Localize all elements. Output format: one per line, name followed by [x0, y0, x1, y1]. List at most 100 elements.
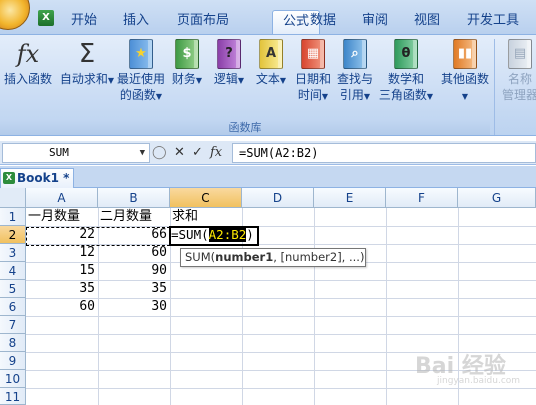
function-tooltip[interactable]: SUM(number1, [number2], ...)	[180, 248, 366, 267]
theta-book-icon: θ	[394, 39, 418, 69]
logical-button[interactable]: ? 逻辑▼	[212, 39, 246, 89]
workbook-tab-bar: X Book1 *	[0, 166, 536, 188]
star-book-icon: ★	[129, 39, 153, 69]
name-manager-label-2: 管理器	[501, 88, 536, 102]
cell-b5[interactable]: 35	[98, 280, 170, 298]
cell-a3[interactable]: 12	[26, 244, 98, 262]
row-header-5[interactable]: 5	[0, 280, 26, 298]
row-header-10[interactable]: 10	[0, 370, 26, 388]
logical-label: 逻辑	[213, 72, 238, 86]
column-header-d[interactable]: D	[242, 188, 314, 208]
gridline	[26, 334, 536, 335]
cell-a4[interactable]: 15	[26, 262, 98, 280]
spreadsheet-grid[interactable]: A B C D E F G 1 2 3 4 5 6 7 8 9 10 11 一月…	[0, 188, 536, 405]
name-box-value: SUM	[49, 146, 69, 159]
formula-input[interactable]: =SUM(A2:B2)	[232, 143, 536, 163]
row-header-6[interactable]: 6	[0, 298, 26, 316]
text-button[interactable]: A 文本▼	[254, 39, 288, 89]
datetime-label-1: 日期和	[294, 72, 331, 86]
tab-data[interactable]: 数据	[302, 10, 344, 34]
tooltip-arg-current: number1	[215, 250, 274, 264]
watermark-sub: jingyan.baidu.com	[437, 376, 521, 386]
cell-a5[interactable]: 35	[26, 280, 98, 298]
tab-home[interactable]: 开始	[62, 10, 106, 34]
column-header-f[interactable]: F	[386, 188, 458, 208]
fx-icon: fx	[16, 40, 40, 68]
column-header-b[interactable]: B	[98, 188, 170, 208]
formula-range-ref: A2:B2	[208, 227, 247, 242]
autosum-label: 自动求和	[59, 72, 108, 86]
text-book-icon: A	[259, 39, 283, 69]
ribbon-tab-strip: X 开始 插入 页面布局 公式 数据 审阅 视图 开发工具	[0, 0, 536, 34]
cell-c1[interactable]: 求和	[172, 208, 242, 226]
more-functions-button[interactable]: ▮▮ 其他函数▼	[438, 39, 492, 105]
baidu-watermark: Bai 经验 jingyan.baidu.com	[415, 348, 520, 386]
column-header-c[interactable]: C	[170, 188, 242, 208]
tab-view[interactable]: 视图	[406, 10, 448, 34]
financial-book-icon: $	[175, 39, 199, 69]
gridline	[26, 316, 536, 317]
magnifier-book-icon: ⌕	[343, 39, 367, 69]
tooltip-args-rest: , [number2], ...)	[273, 250, 365, 264]
datetime-button[interactable]: ▦ 日期和 时间▼	[292, 39, 334, 105]
row-header-3[interactable]: 3	[0, 244, 26, 262]
math-label-1: 数学和	[387, 72, 424, 86]
cell-c2-editing[interactable]: =SUM(A2:B2)	[171, 226, 259, 244]
column-header-a[interactable]: A	[26, 188, 98, 208]
sigma-icon: Σ	[78, 39, 96, 69]
formula-prefix: =SUM(	[171, 227, 209, 242]
excel-workbook-icon: X	[3, 172, 15, 184]
tab-review[interactable]: 审阅	[354, 10, 396, 34]
column-header-g[interactable]: G	[458, 188, 536, 208]
cell-b1[interactable]: 二月数量	[100, 208, 172, 226]
financial-button[interactable]: $ 财务▼	[170, 39, 204, 89]
recent-label-1: 最近使用	[116, 72, 165, 86]
cell-b3[interactable]: 60	[98, 244, 170, 262]
name-manager-button[interactable]: ▤ 名称 管理器	[500, 39, 536, 103]
workbook-title: Book1 *	[17, 171, 70, 185]
row-header-2[interactable]: 2	[0, 226, 26, 244]
tab-developer[interactable]: 开发工具	[460, 10, 526, 34]
chevron-down-icon[interactable]: ▼	[140, 144, 145, 162]
lookup-button[interactable]: ⌕ 查找与 引用▼	[334, 39, 376, 105]
text-label: 文本	[255, 72, 280, 86]
financial-label: 财务	[171, 72, 196, 86]
recent-functions-button[interactable]: ★ 最近使用 的函数▼	[114, 39, 168, 105]
tooltip-function: SUM(	[185, 250, 216, 264]
tab-insert[interactable]: 插入	[114, 10, 158, 34]
math-label-2: 三角函数	[378, 88, 427, 102]
row-header-4[interactable]: 4	[0, 262, 26, 280]
name-box[interactable]: SUM ▼	[2, 143, 150, 163]
name-manager-label-1: 名称	[507, 72, 532, 86]
math-trig-button[interactable]: θ 数学和 三角函数▼	[378, 39, 434, 105]
insert-function-button[interactable]: fx 插入函数	[2, 39, 54, 87]
row-header-8[interactable]: 8	[0, 334, 26, 352]
office-button[interactable]	[0, 0, 30, 30]
gridline	[26, 388, 536, 389]
row-header-7[interactable]: 7	[0, 316, 26, 334]
group-divider	[494, 39, 495, 135]
column-header-e[interactable]: E	[314, 188, 386, 208]
more-label: 其他函数	[440, 72, 489, 86]
autosum-button[interactable]: Σ 自动求和▼	[58, 39, 116, 89]
lookup-label-1: 查找与	[336, 72, 373, 86]
fx-button[interactable]: fx	[210, 144, 222, 162]
row-header-11[interactable]: 11	[0, 388, 26, 405]
formula-bar: SUM ▼ ◯ ✕ ✓ fx =SUM(A2:B2)	[0, 141, 536, 165]
select-all-corner[interactable]	[0, 188, 26, 208]
cell-b6[interactable]: 30	[98, 298, 170, 316]
cancel-icon[interactable]: ✕	[174, 144, 185, 162]
tab-page-layout[interactable]: 页面布局	[168, 10, 238, 34]
group-label-function-library: 函数库	[0, 119, 490, 135]
enter-check-icon[interactable]: ✓	[192, 144, 203, 162]
recent-label-2: 的函数	[119, 88, 156, 102]
excel-icon[interactable]: X	[38, 10, 54, 26]
cell-b4[interactable]: 90	[98, 262, 170, 280]
workbook-tab[interactable]: X Book1 *	[0, 168, 74, 188]
expand-handle-icon[interactable]: ◯	[152, 144, 167, 162]
cell-a1[interactable]: 一月数量	[28, 208, 100, 226]
row-header-1[interactable]: 1	[0, 208, 26, 226]
row-header-9[interactable]: 9	[0, 352, 26, 370]
cell-a6[interactable]: 60	[26, 298, 98, 316]
books-stack-icon: ▮▮	[453, 39, 477, 69]
